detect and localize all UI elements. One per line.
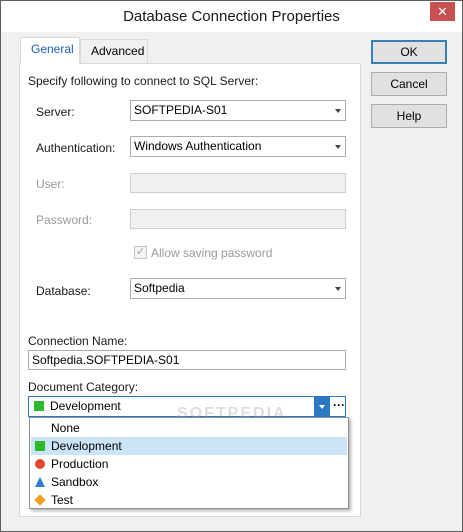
chevron-down-icon bbox=[335, 287, 341, 291]
server-label: Server: bbox=[36, 105, 75, 119]
category-ellipsis-button[interactable]: ··· bbox=[331, 398, 347, 417]
list-item-production[interactable]: Production bbox=[31, 455, 347, 473]
ok-button[interactable]: OK bbox=[371, 40, 447, 64]
list-item-none[interactable]: None bbox=[31, 419, 347, 437]
green-square-icon bbox=[35, 441, 45, 451]
cancel-button[interactable]: Cancel bbox=[371, 72, 447, 96]
red-circle-icon bbox=[35, 459, 45, 469]
list-item-label: Production bbox=[51, 457, 109, 471]
allow-saving-label: Allow saving password bbox=[151, 246, 273, 260]
connection-name-field[interactable]: Softpedia.SOFTPEDIA-S01 bbox=[28, 350, 346, 370]
close-button[interactable]: ✕ bbox=[430, 2, 455, 21]
category-dropdown-button[interactable] bbox=[314, 397, 330, 416]
window-title: Database Connection Properties bbox=[123, 8, 340, 25]
authentication-value: Windows Authentication bbox=[134, 139, 262, 153]
database-label: Database: bbox=[36, 284, 91, 298]
orange-diamond-icon bbox=[34, 494, 46, 506]
list-item-label: Test bbox=[51, 493, 74, 507]
authentication-label: Authentication: bbox=[36, 141, 116, 155]
intro-text: Specify following to connect to SQL Serv… bbox=[28, 74, 259, 88]
blue-triangle-icon bbox=[35, 477, 45, 487]
allow-saving-checkbox[interactable]: ✓ bbox=[134, 246, 147, 259]
password-field[interactable] bbox=[130, 209, 346, 229]
list-item-test[interactable]: Test bbox=[31, 491, 347, 509]
list-item-label: Sandbox bbox=[51, 475, 99, 489]
document-category-combo[interactable]: Development bbox=[28, 396, 346, 417]
category-dropdown-list: None Development Production Sandbox Test bbox=[29, 417, 349, 509]
list-item-label: Development bbox=[51, 439, 122, 453]
document-category-value: Development bbox=[50, 399, 121, 413]
help-button[interactable]: Help bbox=[371, 104, 447, 128]
green-square-icon bbox=[34, 401, 44, 411]
list-item-development[interactable]: Development bbox=[31, 437, 347, 455]
document-category-label: Document Category: bbox=[28, 380, 139, 394]
authentication-combo[interactable]: Windows Authentication bbox=[130, 136, 346, 157]
list-item-sandbox[interactable]: Sandbox bbox=[31, 473, 347, 491]
database-combo[interactable]: Softpedia bbox=[130, 278, 346, 299]
chevron-down-icon bbox=[319, 405, 325, 409]
user-label: User: bbox=[36, 177, 65, 191]
list-item-label: None bbox=[51, 421, 80, 435]
dialog-window: Database Connection Properties ✕ Advance… bbox=[0, 0, 463, 532]
database-value: Softpedia bbox=[134, 281, 185, 295]
connection-name-label: Connection Name: bbox=[28, 334, 128, 348]
server-combo[interactable]: SOFTPEDIA-S01 bbox=[130, 100, 346, 121]
title-bar: Database Connection Properties ✕ bbox=[1, 1, 462, 32]
password-label: Password: bbox=[36, 213, 93, 227]
tab-general[interactable]: General bbox=[20, 37, 80, 64]
user-field[interactable] bbox=[130, 173, 346, 193]
chevron-down-icon bbox=[335, 109, 341, 113]
chevron-down-icon bbox=[335, 145, 341, 149]
tab-advanced[interactable]: Advanced bbox=[80, 39, 148, 64]
server-value: SOFTPEDIA-S01 bbox=[134, 103, 228, 117]
